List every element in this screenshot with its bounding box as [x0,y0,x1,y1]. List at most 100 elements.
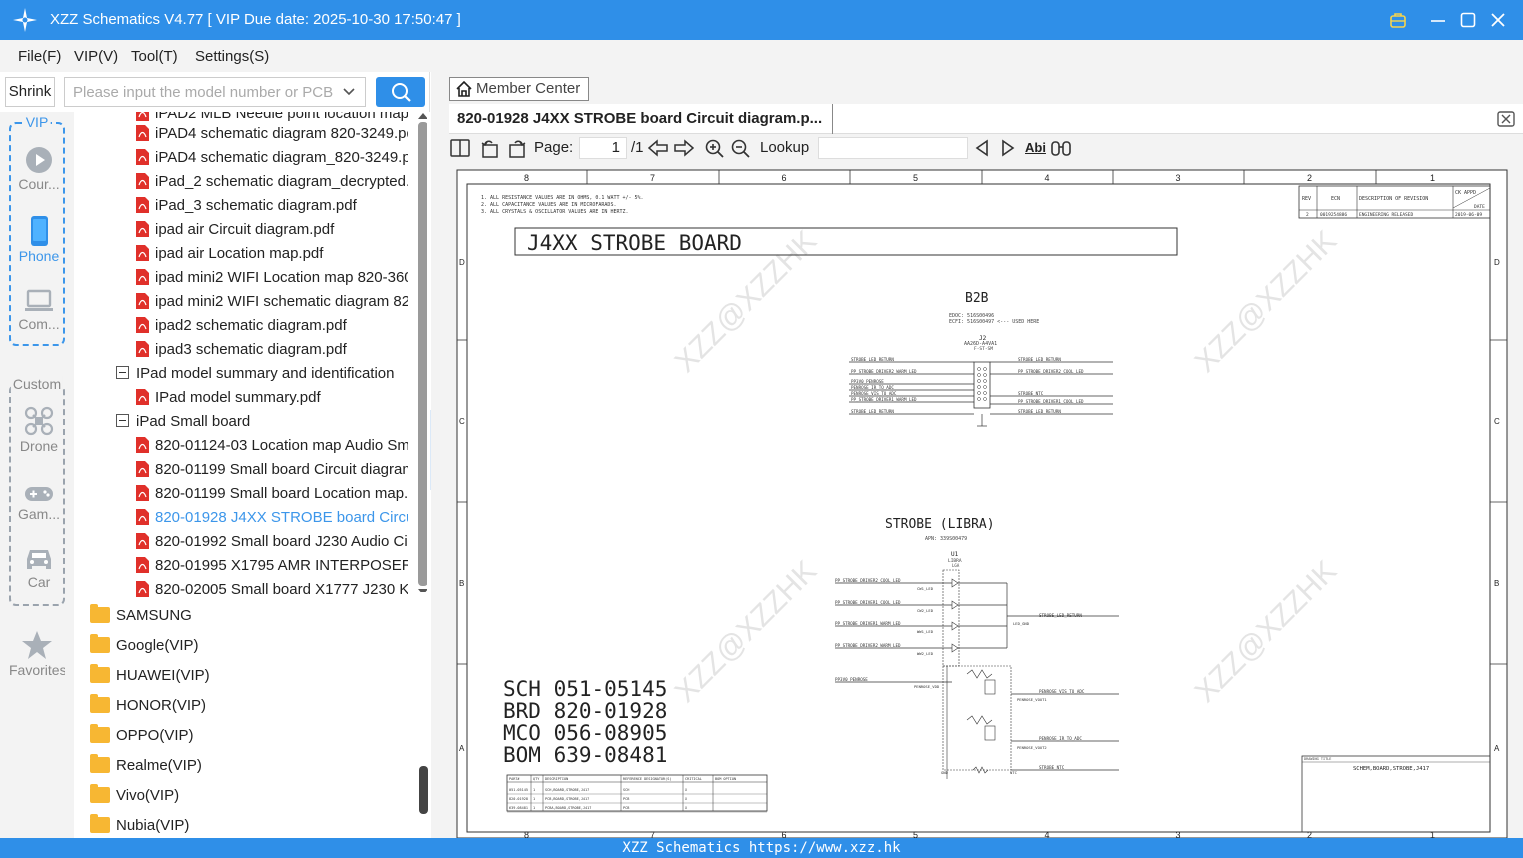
next-page-arrow-icon[interactable] [674,139,694,157]
pdf-viewer[interactable]: 8877665544332211DDCCBBAA XZZ@XZZHK XZZ@XZ… [447,164,1523,838]
folder-icon [90,694,110,713]
close-document-icon[interactable] [1497,111,1515,127]
rotate-left-icon[interactable] [480,139,500,159]
category-phone[interactable]: Phone [11,216,67,264]
rev-cell: 0019254886 [1320,212,1347,218]
rotate-right-icon[interactable] [507,139,527,159]
category-car[interactable]: Car [11,546,67,590]
brand-folder[interactable]: Google(VIP) [90,631,199,661]
category-computer[interactable]: Com... [11,288,67,332]
tree-folder-summary[interactable]: IPad model summary and identification [116,362,408,386]
shrink-button[interactable]: Shrink [5,77,55,107]
search-button[interactable] [376,77,425,107]
brand-folder[interactable]: SAMSUNG [90,601,192,631]
tree-file-item[interactable]: IPad model summary.pdf [136,386,408,410]
phone-icon [31,216,48,246]
category-drone[interactable]: Drone [11,406,67,454]
zoom-out-icon[interactable] [731,139,751,159]
tree-file-item[interactable]: iPad_3 schematic diagram.pdf [136,194,408,218]
tree-file-item[interactable]: 820-01199 Small board Location map.pdf [136,482,408,506]
tree-file-item[interactable]: iPAD4 schematic diagram_820-3249.pdf [136,146,408,170]
pdf-icon [136,341,149,357]
tree-file-item[interactable]: ipad2 schematic diagram.pdf [136,314,408,338]
menu-settings[interactable]: Settings(S) [195,48,269,65]
tree-file-item[interactable]: 820-01992 Small board J230 Audio Circuit [136,530,408,554]
binoculars-icon[interactable] [1050,139,1072,157]
pin-label: LED_GND [1013,621,1030,626]
brand-folder[interactable]: Realme(VIP) [90,751,202,781]
brand-folder[interactable]: Nubia(VIP) [90,811,189,841]
rev-cell: ENGINEERING RELEASED [1359,212,1413,218]
tree-file-item[interactable]: ipad3 schematic diagram.pdf [136,338,408,362]
member-center-button[interactable]: Member Center [449,77,589,101]
tree-file-item[interactable]: ipad air Circuit diagram.pdf [136,218,408,242]
brand-folder[interactable]: HONOR(VIP) [90,691,206,721]
rev-header: ECN [1331,196,1340,202]
maximize-button[interactable] [1456,8,1480,32]
chevron-down-icon[interactable] [341,84,357,100]
brand-scrollbar[interactable] [419,766,428,814]
tree-file-item[interactable]: 820-01995 X1795 AMR INTERPOSER Circuit [136,554,408,578]
left-panel: Shrink VIP Cour... Phone Com... Custom [0,72,440,841]
frame-column-label: 2 [1307,830,1312,838]
frame-column-label: 5 [913,173,918,183]
bom-cell: 051-05145 [509,788,528,792]
bom-cell: 1 [533,806,535,810]
collapse-toggle-icon[interactable] [116,414,129,427]
tree-file-item[interactable]: ipad mini2 WIFI Location map 820-3600 [136,266,408,290]
folder-icon [90,784,110,803]
net-label: STROBE_LED_RETURN [1018,357,1061,362]
category-game[interactable]: Gam... [11,484,67,522]
drawing-title: SCHEM,BOARD,STROBE,J417 [1353,766,1429,772]
tree-file-item[interactable]: 820-01124-03 Location map Audio Small bo… [136,434,408,458]
tree-file-item[interactable]: iPad_2 schematic diagram_decrypted.pdf [136,170,408,194]
tree-file-item[interactable]: 820-01199 Small board Circuit diagram.pd… [136,458,408,482]
tree-scrollbar[interactable] [417,112,427,592]
pin-label: GND [941,770,949,775]
menu-file[interactable]: File(F) [18,48,61,65]
tree-folder-small-board[interactable]: iPad Small board [116,410,408,434]
tree-file-item[interactable]: iPAD4 schematic diagram 820-3249.pdf [136,122,408,146]
pdf-icon [136,173,149,189]
category-courses[interactable]: Cour... [11,146,67,192]
lookup-input[interactable] [818,137,968,159]
tree-file-item[interactable]: 820-02005 Small board X1777 J230 Keyboar… [136,578,408,602]
match-word-button[interactable]: Abi [1025,140,1046,155]
tree-file-item[interactable]: 820-01928 J4XX STROBE board Circuit diag… [136,506,408,530]
brand-folder[interactable]: HUAWEI(VIP) [90,661,210,691]
frame-row-label: C [459,417,465,426]
tree-file-item[interactable]: ipad air Location map.pdf [136,242,408,266]
part-number-line: MCO 056-08905 [503,721,667,745]
frame-column-label: 4 [1045,173,1050,183]
model-search-combobox[interactable] [64,77,366,107]
find-next-icon[interactable] [1000,139,1016,157]
pdf-icon [136,317,149,333]
vip-bag-icon[interactable] [1386,8,1410,32]
menu-tool[interactable]: Tool(T) [131,48,178,65]
sidebar-toggle-icon[interactable] [450,139,470,157]
tree-file-item[interactable]: ipad mini2 WIFI schematic diagram 820-36… [136,290,408,314]
document-tab[interactable]: 820-01928 J4XX STROBE board Circuit diag… [449,104,834,134]
search-icon [391,83,411,102]
app-logo-icon [13,8,37,32]
zoom-in-icon[interactable] [705,139,725,159]
brand-folder[interactable]: OPPO(VIP) [90,721,194,751]
favorites-button[interactable]: Favorites [9,630,65,678]
previous-page-arrow-icon[interactable] [648,139,668,157]
pdf-icon [136,389,149,405]
brand-folder[interactable]: Vivo(VIP) [90,781,179,811]
pdf-icon [136,149,149,165]
close-button[interactable] [1486,8,1510,32]
net-label: PP_STROBE_DRIVER1_COOL_LED [835,600,901,605]
net-label: PP_STROBE_DRIVER2_WARM_LED [851,369,917,374]
find-previous-icon[interactable] [974,139,990,157]
model-search-input[interactable] [65,78,335,106]
minimize-button[interactable] [1426,8,1450,32]
part-number-line: BRD 820-01928 [503,699,667,723]
menu-vip[interactable]: VIP(V) [74,48,118,65]
note-line: 3. ALL CRYSTALS & OSCILLATOR VALUES ARE … [481,209,629,215]
bom-cell: 820-01928 [509,797,528,801]
page-number-input[interactable]: 1 [579,137,627,159]
rev-header: DESCRIPTION OF REVISION [1359,196,1428,202]
collapse-toggle-icon[interactable] [116,366,129,379]
